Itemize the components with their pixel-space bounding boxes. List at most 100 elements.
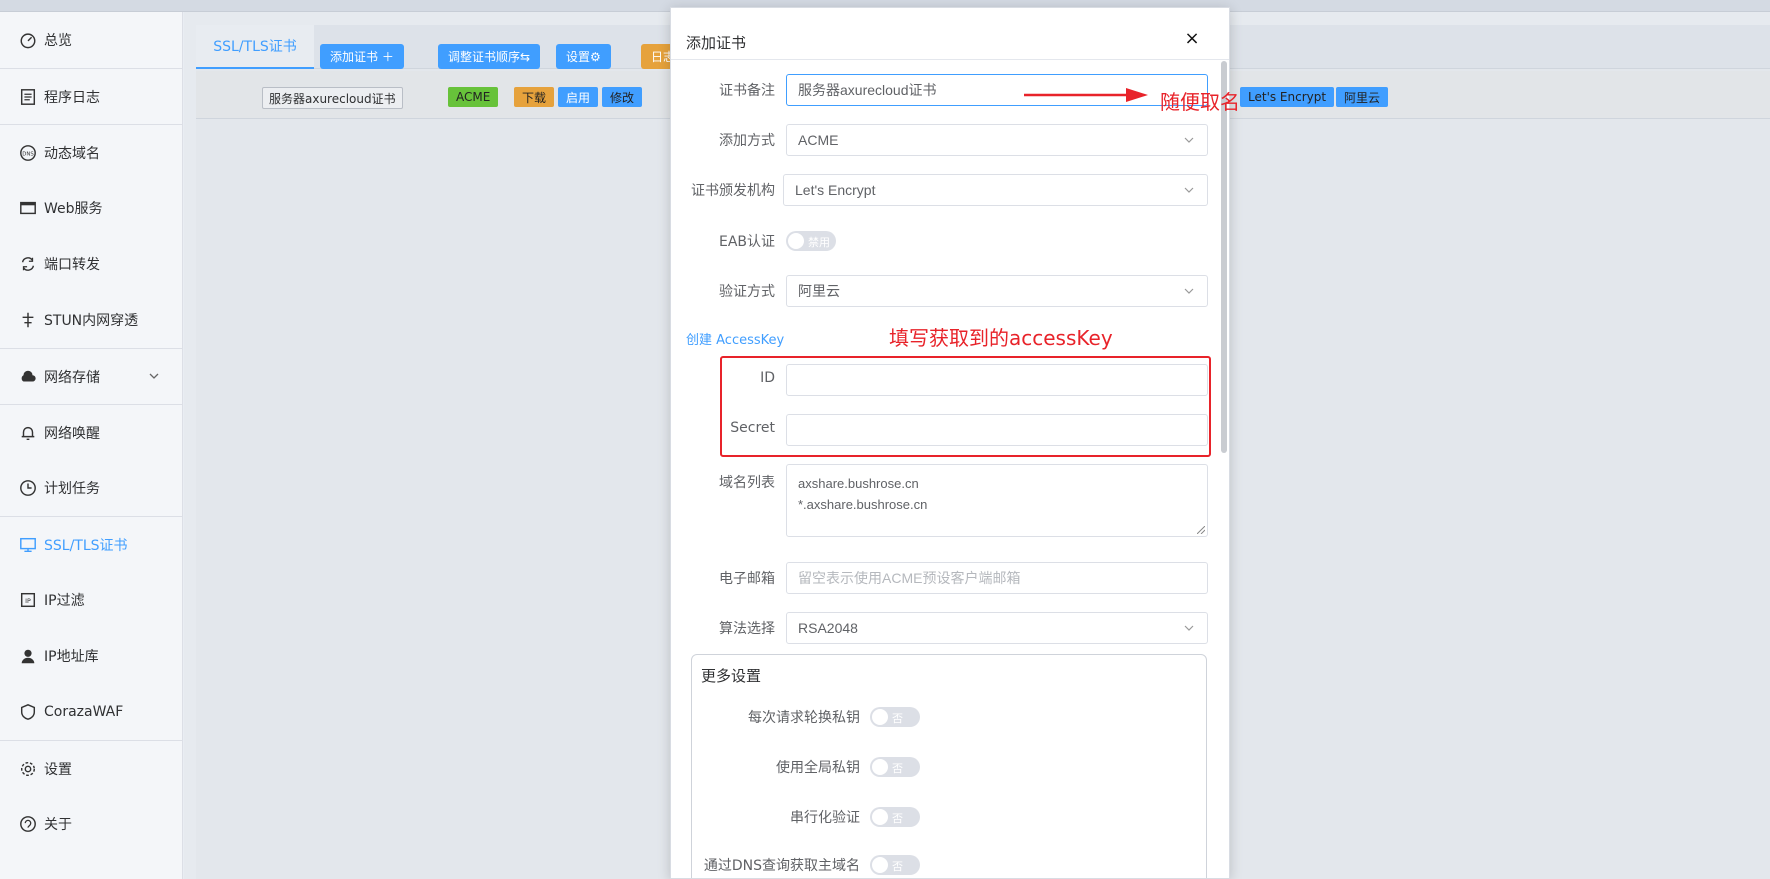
annotation-arrow (1024, 88, 1148, 102)
serial-verify-label: 串行化验证 (790, 810, 860, 826)
chevron-down-icon (1184, 187, 1194, 193)
domains-textarea[interactable]: axshare.bushrose.cn *.axshare.bushrose.c… (786, 464, 1208, 537)
sidebar-item-logs[interactable]: 程序日志 (0, 68, 182, 124)
sidebar-item-ip-db[interactable]: IP地址库 (0, 628, 182, 684)
sidebar-item-label: STUN内网穿透 (44, 313, 139, 329)
enable-toggle[interactable]: 启用 (558, 87, 599, 107)
dialog-divider (671, 59, 1229, 60)
dashboard-icon (18, 30, 38, 50)
remark-annotation: 随便取名 (1160, 90, 1240, 114)
sidebar-item-label: 关于 (44, 817, 72, 833)
more-settings-title: 更多设置 (701, 667, 762, 685)
sidebar-item-ssl[interactable]: SSL/TLS证书 (0, 516, 182, 572)
rotate-key-toggle[interactable]: 否 (870, 707, 920, 727)
verify-select[interactable]: 阿里云 (786, 275, 1208, 307)
eab-toggle[interactable]: 禁用 (786, 231, 836, 251)
remark-label: 证书备注 (719, 83, 775, 99)
port-forward-icon (18, 254, 38, 274)
dns-lookup-label: 通过DNS查询获取主域名 (703, 858, 860, 874)
toggle-text: 否 (892, 860, 903, 873)
sidebar-item-label: 端口转发 (44, 257, 100, 273)
svg-text:DNS: DNS (22, 151, 34, 157)
sidebar-item-label: 总览 (44, 33, 72, 49)
sidebar-item-settings[interactable]: 设置 (0, 740, 182, 796)
method-label: 添加方式 (719, 133, 775, 149)
algo-label: 算法选择 (719, 621, 775, 637)
cloud-icon (18, 367, 38, 387)
add-cert-button[interactable]: 添加证书 ＋ (320, 44, 404, 69)
web-icon (18, 198, 38, 218)
sidebar-item-tasks[interactable]: 计划任务 (0, 460, 182, 516)
algo-value: RSA2048 (798, 620, 858, 636)
sidebar-item-storage[interactable]: 网络存储 (0, 348, 182, 404)
sidebar-item-label: 网络存储 (44, 369, 100, 386)
sidebar-item-about[interactable]: 关于 (0, 796, 182, 852)
sidebar-item-web[interactable]: Web服务 (0, 180, 182, 236)
chevron-down-icon (1184, 137, 1194, 143)
toggle-knob (788, 233, 804, 249)
global-key-toggle[interactable]: 否 (870, 757, 920, 777)
id-label: ID (760, 370, 775, 386)
stun-icon (18, 310, 38, 330)
sidebar-item-waf[interactable]: CorazaWAF (0, 684, 182, 740)
sidebar-item-ddns[interactable]: DNS 动态域名 (0, 124, 182, 180)
sidebar-item-label: 程序日志 (44, 89, 100, 106)
sidebar-item-stun[interactable]: STUN内网穿透 (0, 292, 182, 348)
chevron-down-icon (1184, 288, 1194, 294)
sidebar-item-label: 设置 (44, 761, 72, 778)
sidebar-item-wol[interactable]: 网络唤醒 (0, 404, 182, 460)
method-value: ACME (798, 132, 839, 148)
chevron-down-icon[interactable] (148, 370, 160, 382)
reorder-button[interactable]: 调整证书顺序⇆ (438, 44, 541, 69)
method-select[interactable]: ACME (786, 124, 1208, 156)
chevron-down-icon (1184, 625, 1194, 631)
domain-line: *.axshare.bushrose.cn (798, 497, 928, 512)
global-key-label: 使用全局私钥 (776, 760, 860, 776)
ca-select[interactable]: Let's Encrypt (783, 174, 1208, 206)
dns-lookup-toggle[interactable]: 否 (870, 855, 920, 875)
sidebar-item-label: IP过滤 (44, 593, 85, 609)
email-placeholder: 留空表示使用ACME预设客户端邮箱 (798, 570, 1021, 586)
eab-label: EAB认证 (718, 234, 775, 250)
verify-label: 验证方式 (719, 284, 775, 300)
clock-icon (18, 478, 38, 498)
sidebar-item-ip-filter[interactable]: IP IP过滤 (0, 572, 182, 628)
add-cert-dialog: 添加证书 × 证书备注 服务器axurecloud证书 添加方式 ACME 证书… (670, 7, 1230, 879)
settings-button[interactable]: 设置⚙ (556, 44, 611, 69)
domains-label: 域名列表 (719, 475, 775, 491)
download-button[interactable]: 下载 (514, 87, 555, 107)
info-icon (18, 814, 38, 834)
svg-text:IP: IP (25, 598, 31, 605)
toggle-knob (872, 759, 888, 775)
id-input[interactable] (786, 364, 1208, 396)
sidebar-item-dashboard[interactable]: 总览 (0, 12, 182, 68)
ca-value: Let's Encrypt (795, 182, 876, 198)
dialog-scrollbar[interactable] (1221, 61, 1227, 453)
secret-label: Secret (730, 420, 775, 436)
log-icon (18, 87, 38, 107)
sidebar-item-label: 网络唤醒 (44, 425, 100, 442)
edit-button[interactable]: 修改 (602, 87, 643, 107)
bell-icon (18, 423, 38, 443)
sidebar-item-label: CorazaWAF (44, 704, 124, 720)
serial-verify-toggle[interactable]: 否 (870, 807, 920, 827)
email-input[interactable]: 留空表示使用ACME预设客户端邮箱 (786, 562, 1208, 594)
create-accesskey-link[interactable]: 创建 AccessKey (686, 329, 784, 348)
resize-handle-icon[interactable] (1197, 526, 1205, 534)
accesskey-annotation: 填写获取到的accessKey (889, 326, 1113, 350)
email-label: 电子邮箱 (719, 571, 775, 587)
algo-select[interactable]: RSA2048 (786, 612, 1208, 644)
provider-tag: 阿里云 (1336, 87, 1389, 107)
close-icon[interactable]: × (1183, 30, 1201, 48)
certificate-icon (18, 535, 38, 555)
dns-icon: DNS (18, 143, 38, 163)
dialog-title: 添加证书 (686, 34, 747, 52)
secret-input[interactable] (786, 414, 1208, 446)
sidebar: 总览 程序日志 DNS 动态域名 Web服务 端口转发 STUN内网穿透 网络存… (0, 12, 183, 879)
sidebar-item-label: SSL/TLS证书 (44, 537, 128, 554)
verify-value: 阿里云 (798, 283, 840, 299)
toggle-text: 否 (892, 812, 903, 825)
ca-label: 证书颁发机构 (691, 183, 775, 199)
sidebar-item-port-forward[interactable]: 端口转发 (0, 236, 182, 292)
tab-ssl[interactable]: SSL/TLS证书 (196, 25, 314, 69)
